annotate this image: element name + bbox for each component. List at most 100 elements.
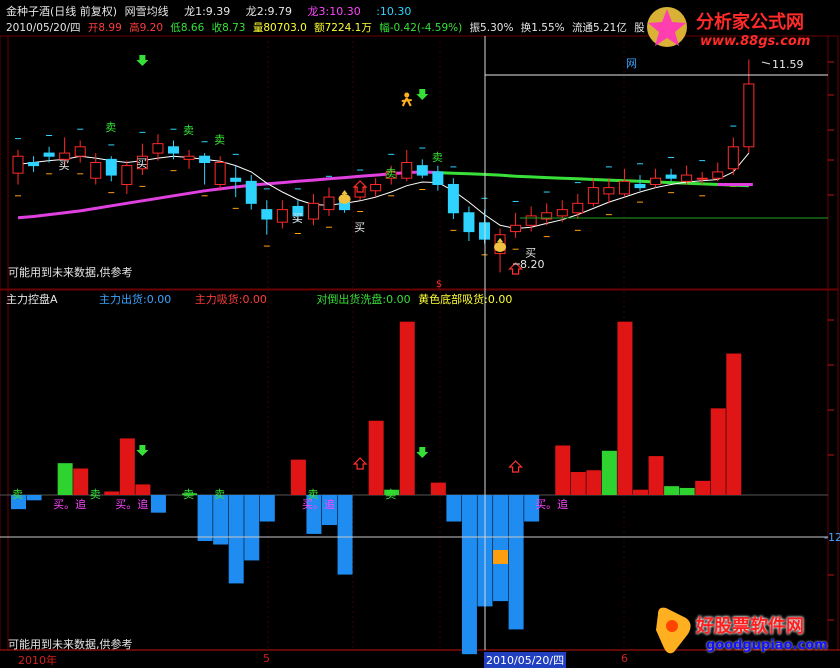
candle[interactable] <box>12 149 24 185</box>
candle[interactable] <box>370 178 382 198</box>
candle-body[interactable] <box>618 180 630 195</box>
candle-body[interactable] <box>214 162 226 185</box>
candle-body[interactable] <box>603 187 615 195</box>
candle[interactable] <box>183 149 195 169</box>
candle-body[interactable] <box>432 171 444 185</box>
candle-body[interactable] <box>43 152 55 157</box>
candle-body[interactable] <box>12 155 24 174</box>
candle-body[interactable] <box>261 209 273 220</box>
candle-body[interactable] <box>74 146 86 157</box>
candle-body[interactable] <box>28 162 40 167</box>
candle[interactable] <box>510 212 522 238</box>
oscillator-bar[interactable] <box>259 495 275 522</box>
candle-body[interactable] <box>199 155 211 163</box>
candle-body[interactable] <box>665 174 677 179</box>
candle-body[interactable] <box>230 177 242 182</box>
candle[interactable] <box>743 59 755 154</box>
oscillator-bar[interactable] <box>368 420 384 495</box>
candle-body[interactable] <box>743 83 755 148</box>
candle[interactable] <box>121 160 133 194</box>
oscillator-bar[interactable] <box>446 495 462 522</box>
candle[interactable] <box>245 175 257 210</box>
oscillator-bar[interactable] <box>135 484 151 495</box>
oscillator-bar[interactable] <box>555 445 571 495</box>
candle[interactable] <box>74 140 86 163</box>
candle[interactable] <box>199 153 211 185</box>
oscillator-bar[interactable] <box>57 463 73 495</box>
candle-body[interactable] <box>681 174 693 182</box>
candle-body[interactable] <box>183 155 195 160</box>
candle-body[interactable] <box>712 171 724 179</box>
candle-body[interactable] <box>401 162 413 179</box>
candle[interactable] <box>152 134 164 161</box>
candle-body[interactable] <box>572 202 584 214</box>
candle-body[interactable] <box>634 183 646 189</box>
oscillator-bar[interactable] <box>617 321 633 495</box>
candle-body[interactable] <box>323 196 335 211</box>
candle-body[interactable] <box>168 146 179 154</box>
candle[interactable] <box>105 156 117 182</box>
candle-body[interactable] <box>90 162 102 179</box>
candle-body[interactable] <box>276 209 288 223</box>
candle[interactable] <box>587 178 599 207</box>
candle-body[interactable] <box>152 143 164 154</box>
candle[interactable] <box>307 193 319 226</box>
oscillator-bar[interactable] <box>695 480 711 495</box>
oscillator-bar-orange[interactable] <box>493 550 509 564</box>
price-panel[interactable]: 卖卖卖卖卖买 买买买买11.598.20网$ <box>12 55 828 290</box>
candle[interactable] <box>432 165 444 191</box>
candle[interactable] <box>447 178 459 220</box>
oscillator-bar[interactable] <box>493 495 509 602</box>
oscillator-bar[interactable] <box>73 468 89 495</box>
oscillator-bar[interactable] <box>399 321 415 495</box>
oscillator-bar[interactable] <box>150 495 166 513</box>
candle[interactable] <box>650 168 662 188</box>
oscillator-bar[interactable] <box>197 495 213 541</box>
oscillator-bar[interactable] <box>601 450 617 495</box>
oscillator-bar[interactable] <box>679 487 695 495</box>
oscillator-bar[interactable] <box>461 495 477 655</box>
candle[interactable] <box>618 168 630 198</box>
candle[interactable] <box>665 168 677 182</box>
candle-body[interactable] <box>105 158 117 176</box>
oscillator-bar[interactable] <box>119 438 135 495</box>
candle[interactable] <box>230 165 242 198</box>
oscillator-bar[interactable] <box>26 495 42 501</box>
candle[interactable] <box>323 187 335 216</box>
candle-body[interactable] <box>370 183 382 192</box>
candle[interactable] <box>401 149 413 182</box>
oscillator-bar[interactable] <box>648 456 664 495</box>
oscillator-bar[interactable] <box>337 495 353 575</box>
candle[interactable] <box>28 156 40 172</box>
oscillator-bar[interactable] <box>726 353 742 495</box>
candle[interactable] <box>416 159 428 179</box>
candles[interactable] <box>12 59 755 273</box>
candle-body[interactable] <box>307 202 319 220</box>
candle-body[interactable] <box>650 177 662 185</box>
oscillator-bar[interactable] <box>570 472 586 495</box>
candle-body[interactable] <box>463 212 475 233</box>
candle[interactable] <box>214 156 226 191</box>
candle[interactable] <box>727 137 739 176</box>
candle-body[interactable] <box>245 180 257 204</box>
candle[interactable] <box>463 206 475 242</box>
oscillator-bar[interactable] <box>430 482 446 495</box>
oscillator-bar[interactable] <box>104 491 120 495</box>
candle[interactable] <box>276 200 288 229</box>
oscillator-bar[interactable] <box>508 495 524 630</box>
oscillator-bar[interactable] <box>633 489 648 495</box>
oscillator-bar[interactable] <box>290 459 306 495</box>
candle[interactable] <box>261 200 273 235</box>
oscillator-bar[interactable] <box>710 408 726 495</box>
oscillator-bars[interactable] <box>11 321 742 655</box>
candle-body[interactable] <box>121 165 133 185</box>
stock-chart[interactable]: 卖卖卖卖卖买 买买买买11.598.20网$ 卖卖卖卖卖卖买。追 买。追 买。追 买。追… <box>0 0 840 664</box>
oscillator-bar[interactable] <box>244 495 260 561</box>
candle[interactable] <box>541 203 553 226</box>
candle-body[interactable] <box>696 177 708 180</box>
oscillator-bar[interactable] <box>664 486 680 495</box>
candle[interactable] <box>681 165 693 185</box>
candle-body[interactable] <box>727 146 739 170</box>
candle-body[interactable] <box>556 209 568 217</box>
candle[interactable] <box>603 178 615 204</box>
